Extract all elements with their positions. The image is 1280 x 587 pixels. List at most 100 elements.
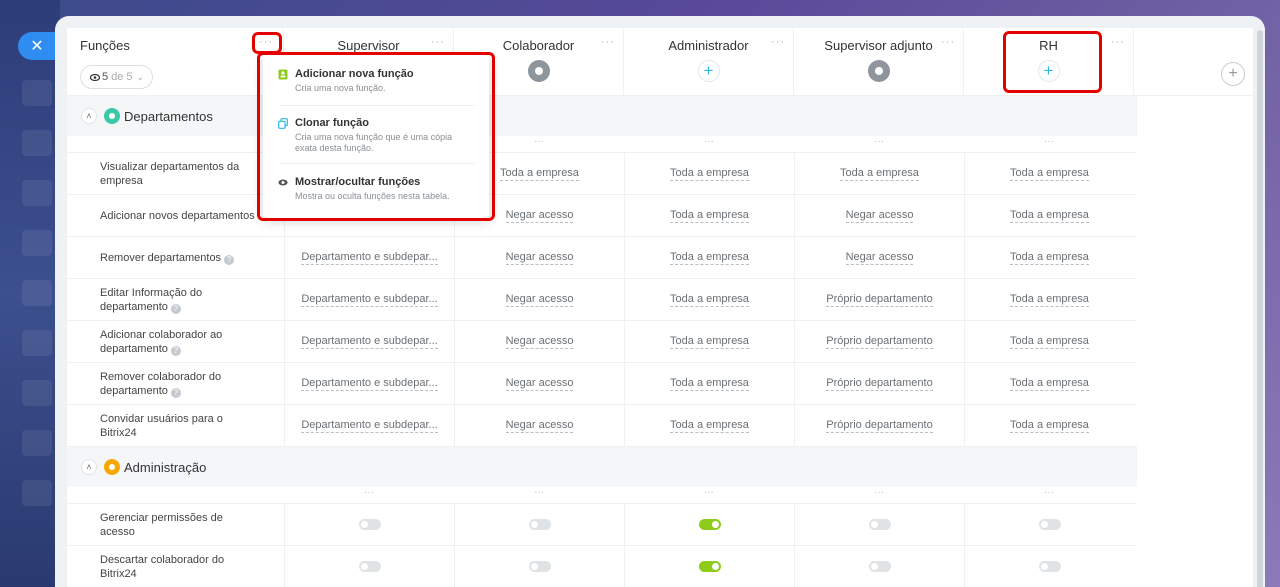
column-dots-icon[interactable]: ··· (964, 487, 1134, 498)
help-icon[interactable]: ? (170, 387, 181, 398)
permission-value[interactable]: Toda a empresa (1010, 209, 1089, 223)
permission-cell (624, 546, 794, 587)
permission-value[interactable]: Departamento e subdepar... (301, 293, 438, 307)
permission-value[interactable]: Toda a empresa (1010, 251, 1089, 265)
permission-label: Editar Informação do departamento? (100, 286, 203, 314)
permission-value[interactable]: Toda a empresa (670, 167, 749, 181)
table-row: Remover departamentos? Departamento e sub… (67, 237, 1137, 279)
roles-panel: Funções ··· 5 de 5 ⌄ + Supervisor ··· Cola… (55, 16, 1265, 587)
permission-value[interactable]: Negar acesso (505, 419, 574, 433)
table-row: Visualizar departamentos da empresa Toda … (67, 153, 1137, 195)
permission-value[interactable]: Negar acesso (505, 293, 574, 307)
permission-value[interactable]: Departamento e subdepar... (301, 419, 438, 433)
permission-value[interactable]: Próprio departamento (826, 419, 933, 433)
column-dots-icon[interactable]: ··· (624, 136, 794, 147)
column-dots-icon[interactable]: ··· (794, 136, 964, 147)
section-header[interactable]: ˄ Administração (67, 447, 1137, 487)
permission-cell (454, 546, 624, 587)
column-dots-icon[interactable]: ··· (454, 487, 624, 498)
permission-cell: Negar acesso (454, 321, 624, 362)
section-header[interactable]: ˄ Departamentos (67, 96, 1137, 136)
permission-value[interactable]: Toda a empresa (670, 419, 749, 433)
section-icon (104, 459, 120, 475)
permission-value[interactable]: Negar acesso (845, 209, 914, 223)
column-dots-icon[interactable]: ··· (601, 36, 615, 48)
permission-value[interactable]: Departamento e subdepar... (301, 377, 438, 391)
permission-value[interactable]: Próprio departamento (826, 293, 933, 307)
permission-toggle[interactable] (868, 519, 891, 530)
permission-cell: Negar acesso (454, 405, 624, 446)
permission-toggle[interactable] (528, 519, 551, 530)
permission-value[interactable]: Toda a empresa (1010, 293, 1089, 307)
permission-value[interactable]: Toda a empresa (1010, 377, 1089, 391)
permission-toggle[interactable] (698, 561, 721, 572)
column-dots-icon[interactable]: ··· (1111, 36, 1125, 48)
help-icon[interactable]: ? (224, 254, 235, 265)
close-button[interactable]: ✕ (18, 32, 56, 60)
column-dots-icon[interactable]: ··· (771, 36, 785, 48)
help-icon[interactable]: ? (170, 345, 181, 356)
permission-value[interactable]: Toda a empresa (670, 335, 749, 349)
permission-cell: Negar acesso (454, 237, 624, 278)
permission-value[interactable]: Negar acesso (505, 377, 574, 391)
section-icon (104, 108, 120, 124)
permission-value[interactable]: Toda a empresa (670, 209, 749, 223)
column-dots-icon[interactable]: ··· (431, 36, 445, 48)
column-header: Supervisor adjunto ··· (794, 28, 964, 96)
column-dots-icon[interactable]: ··· (284, 487, 454, 498)
scrollbar[interactable] (1257, 30, 1263, 587)
permission-toggle[interactable] (528, 561, 551, 572)
table-row: Gerenciar permissões de acesso (67, 504, 1137, 546)
permission-value[interactable]: Toda a empresa (670, 377, 749, 391)
visible-roles-counter[interactable]: 5 de 5 ⌄ (80, 65, 153, 89)
permission-cell: Negar acesso (794, 237, 964, 278)
permission-cell (964, 546, 1134, 587)
permission-value[interactable]: Toda a empresa (670, 293, 749, 307)
permission-value[interactable]: Próprio departamento (826, 335, 933, 349)
column-dots-icon[interactable]: ··· (624, 487, 794, 498)
permission-cell: Negar acesso (794, 195, 964, 236)
permission-cell: Próprio departamento (794, 321, 964, 362)
permission-value[interactable]: Toda a empresa (500, 167, 579, 181)
permission-toggle[interactable] (358, 561, 381, 572)
group-avatar-icon[interactable] (867, 60, 890, 82)
permission-value[interactable]: Departamento e subdepar... (301, 335, 438, 349)
permission-value[interactable]: Toda a empresa (1010, 335, 1089, 349)
column-title[interactable]: Administrador (624, 38, 793, 53)
column-dots-icon[interactable]: ··· (964, 136, 1134, 147)
permission-toggle[interactable] (358, 519, 381, 530)
column-dots-icon[interactable]: ··· (941, 36, 955, 48)
add-column-button[interactable]: + (1221, 62, 1245, 86)
permission-value[interactable]: Negar acesso (505, 209, 574, 223)
column-title[interactable]: Supervisor adjunto (794, 38, 963, 53)
permission-value[interactable]: Toda a empresa (840, 167, 919, 181)
permission-cell: Toda a empresa (964, 195, 1134, 236)
chevron-up-icon[interactable]: ˄ (81, 108, 97, 124)
column-dots-icon[interactable]: ··· (794, 487, 964, 498)
permission-toggle[interactable] (1038, 519, 1061, 530)
help-icon[interactable]: ? (170, 303, 181, 314)
permission-value[interactable]: Departamento e subdepar... (301, 251, 438, 265)
permission-cell: Departamento e subdepar... (284, 363, 454, 404)
permission-value[interactable]: Toda a empresa (1010, 419, 1089, 433)
permission-toggle[interactable] (1038, 561, 1061, 572)
permission-cell: Toda a empresa (624, 363, 794, 404)
chevron-up-icon[interactable]: ˄ (81, 459, 97, 475)
permission-value[interactable]: Negar acesso (845, 251, 914, 265)
permission-value[interactable]: Negar acesso (505, 335, 574, 349)
table-row: Remover colaborador do departamento? Depa… (67, 363, 1137, 405)
column-title[interactable]: Supervisor (284, 38, 453, 53)
user-avatar-icon[interactable] (527, 60, 550, 82)
permission-value[interactable]: Negar acesso (505, 251, 574, 265)
permission-value[interactable]: Toda a empresa (670, 251, 749, 265)
permission-toggle[interactable] (868, 561, 891, 572)
permission-value[interactable]: Próprio departamento (826, 377, 933, 391)
permission-cell: Toda a empresa (624, 237, 794, 278)
permission-toggle[interactable] (698, 519, 721, 530)
permission-value[interactable]: Toda a empresa (1010, 167, 1089, 181)
column-header: Administrador ··· + (624, 28, 794, 96)
permission-cell: Toda a empresa (624, 195, 794, 236)
plus-icon[interactable]: + (697, 60, 720, 82)
column-title[interactable]: Colaborador (454, 38, 623, 53)
permission-cell: Toda a empresa (794, 153, 964, 194)
